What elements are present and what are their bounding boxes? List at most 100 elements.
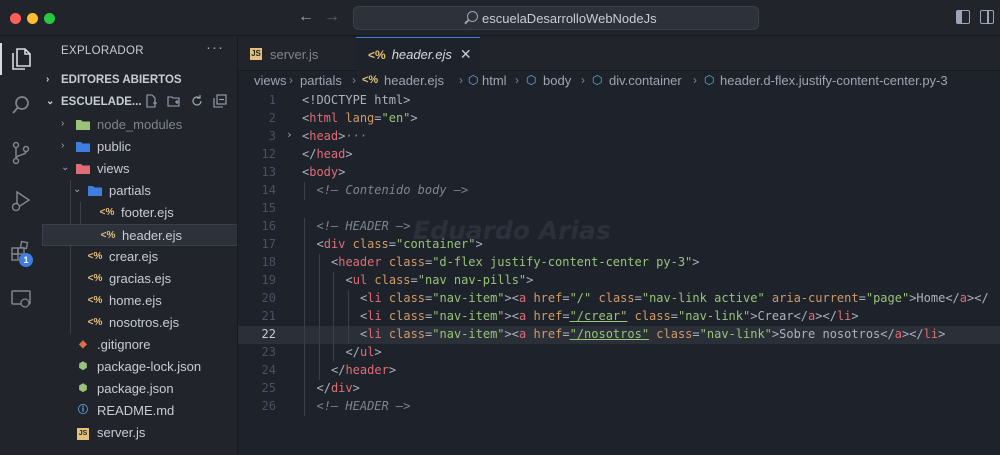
indent-guide xyxy=(347,326,349,344)
breadcrumb-item[interactable]: views xyxy=(254,73,287,88)
indent-guide xyxy=(318,326,320,344)
close-window-button[interactable] xyxy=(10,13,21,24)
maximize-window-button[interactable] xyxy=(44,13,55,24)
line-number: 22 xyxy=(261,327,276,341)
chevron-down-icon: ⌄ xyxy=(73,184,82,195)
tree-item[interactable]: ⓘ README.md xyxy=(42,400,237,422)
tree-item[interactable]: <% footer.ejs xyxy=(42,202,237,224)
code-line[interactable]: 22 <li class="nav-item"><a href="/nosotro… xyxy=(238,326,1000,344)
remote-explorer-icon[interactable] xyxy=(0,279,42,319)
run-debug-icon[interactable] xyxy=(0,181,42,221)
tab-server-js[interactable]: JS server.js xyxy=(238,37,356,71)
breadcrumb-item[interactable]: div.container xyxy=(609,73,682,88)
code-line[interactable]: 14 <!— Contenido body —> xyxy=(238,182,1000,200)
js-file-icon: JS xyxy=(75,426,91,440)
element-cube-icon: ⬡ xyxy=(704,73,715,87)
tree-item[interactable]: › node_modules xyxy=(42,114,237,136)
code-line[interactable]: 15 xyxy=(238,200,1000,218)
ejs-file-icon: <% xyxy=(99,207,115,218)
new-folder-icon[interactable] xyxy=(167,94,181,108)
close-icon[interactable]: ✕ xyxy=(460,46,472,63)
chevron-down-icon: ⌄ xyxy=(61,162,70,173)
line-number: 3 xyxy=(268,129,276,143)
collapse-all-icon[interactable] xyxy=(213,94,227,108)
forward-arrow-icon[interactable]: → xyxy=(324,8,340,26)
tree-item[interactable]: <% nosotros.ejs xyxy=(42,312,237,334)
command-center-search[interactable]: escuelaDesarrolloWebNodeJs xyxy=(353,6,759,30)
toggle-primary-sidebar-icon[interactable] xyxy=(956,10,970,24)
toggle-secondary-sidebar-icon[interactable] xyxy=(980,10,994,24)
command-center-text: escuelaDesarrolloWebNodeJs xyxy=(482,11,657,26)
open-editors-section[interactable]: › EDITORES ABIERTOS xyxy=(42,70,237,92)
code-line[interactable]: 23 </ul> xyxy=(238,344,1000,362)
code-line[interactable]: 26 <!— HEADER —> xyxy=(238,398,1000,416)
code-line[interactable]: 3 › <head>··· xyxy=(238,128,1000,146)
explorer-sidebar: EXPLORADOR ··· › EDITORES ABIERTOS ⌄ ESC… xyxy=(42,37,238,455)
tree-item[interactable]: <% home.ejs xyxy=(42,290,237,312)
tree-item-label: crear.ejs xyxy=(109,249,159,264)
chevron-down-icon: ⌄ xyxy=(46,96,55,107)
breadcrumb-item[interactable]: partials xyxy=(300,73,342,88)
code-text: <li class="nav-item"><a href="/" class="… xyxy=(360,291,989,305)
code-line[interactable]: 17 <div class="container"> xyxy=(238,236,1000,254)
code-line[interactable]: 20 <li class="nav-item"><a href="/" class… xyxy=(238,290,1000,308)
files-icon[interactable] xyxy=(0,39,42,79)
code-line[interactable]: 25 </div> xyxy=(238,380,1000,398)
ejs-file-icon: <% xyxy=(87,317,103,328)
code-line[interactable]: 18 <header class="d-flex justify-content-… xyxy=(238,254,1000,272)
new-file-icon[interactable] xyxy=(144,94,158,108)
code-text: <body> xyxy=(302,165,346,179)
tree-item[interactable]: <% crear.ejs xyxy=(42,246,237,268)
tree-item[interactable]: JS server.js xyxy=(42,422,237,444)
source-control-icon[interactable] xyxy=(0,133,42,173)
refresh-icon[interactable] xyxy=(190,94,204,108)
code-line[interactable]: 12 </head> xyxy=(238,146,1000,164)
line-number: 14 xyxy=(261,183,276,197)
tree-item[interactable]: <% gracias.ejs xyxy=(42,268,237,290)
tree-item[interactable]: <% header.ejs xyxy=(42,224,237,246)
indent-guide xyxy=(318,272,320,290)
code-line[interactable]: 21 <li class="nav-item"><a href="/crear" … xyxy=(238,308,1000,326)
fold-chevron-icon[interactable]: › xyxy=(286,128,293,141)
workspace-section[interactable]: ⌄ ESCUELADE... xyxy=(42,92,237,114)
tree-item[interactable]: ◆ .gitignore xyxy=(42,334,237,356)
chevron-right-icon: › xyxy=(61,140,65,151)
js-file-icon: JS xyxy=(250,48,262,60)
code-line[interactable]: 16 <!— HEADER —> xyxy=(238,218,1000,236)
chevron-right-icon: › xyxy=(459,73,463,87)
code-line[interactable]: 13 <body> xyxy=(238,164,1000,182)
chevron-right-icon: › xyxy=(289,73,293,87)
tree-item-label: .gitignore xyxy=(97,337,151,352)
code-line[interactable]: 19 <ul class="nav nav-pills"> xyxy=(238,272,1000,290)
breadcrumb-item[interactable]: html xyxy=(482,73,507,88)
chevron-right-icon: › xyxy=(693,73,697,87)
tree-item[interactable]: › public xyxy=(42,136,237,158)
breadcrumb-item[interactable]: header.d-flex.justify-content-center.py-… xyxy=(720,73,948,88)
search-icon[interactable] xyxy=(0,85,42,125)
code-line[interactable]: 2 <html lang="en"> xyxy=(238,110,1000,128)
tab-header-ejs[interactable]: <% header.ejs ✕ xyxy=(356,37,480,71)
breadcrumb: views › partials › <% header.ejs › ⬡ htm… xyxy=(238,71,1000,91)
breadcrumb-item[interactable]: body xyxy=(543,73,571,88)
tree-item[interactable]: ⌄ views xyxy=(42,158,237,180)
back-arrow-icon[interactable]: ← xyxy=(298,8,314,26)
extensions-icon[interactable]: 1 xyxy=(0,231,42,271)
code-text: <head>··· xyxy=(302,129,368,143)
indent-guide xyxy=(318,308,320,326)
line-number: 20 xyxy=(261,291,276,305)
tree-item[interactable]: ⬢ package-lock.json xyxy=(42,356,237,378)
folder-icon xyxy=(75,162,91,176)
code-editor[interactable]: Eduardo Arias 1 <!DOCTYPE html> 2 <html lan… xyxy=(238,91,1000,455)
tree-item[interactable]: ⌄ partials xyxy=(42,180,237,202)
chevron-right-icon: › xyxy=(515,73,519,87)
minimize-window-button[interactable] xyxy=(27,13,38,24)
ejs-file-icon: <% xyxy=(368,47,386,62)
code-line[interactable]: 1 <!DOCTYPE html> xyxy=(238,92,1000,110)
chevron-right-icon: › xyxy=(581,73,585,87)
line-number: 13 xyxy=(261,165,276,179)
breadcrumb-item[interactable]: header.ejs xyxy=(384,73,444,88)
code-line[interactable]: 24 </header> xyxy=(238,362,1000,380)
tree-item[interactable]: ⬢ package.json xyxy=(42,378,237,400)
indent-guide xyxy=(347,290,349,308)
more-actions-icon[interactable]: ··· xyxy=(206,39,224,56)
